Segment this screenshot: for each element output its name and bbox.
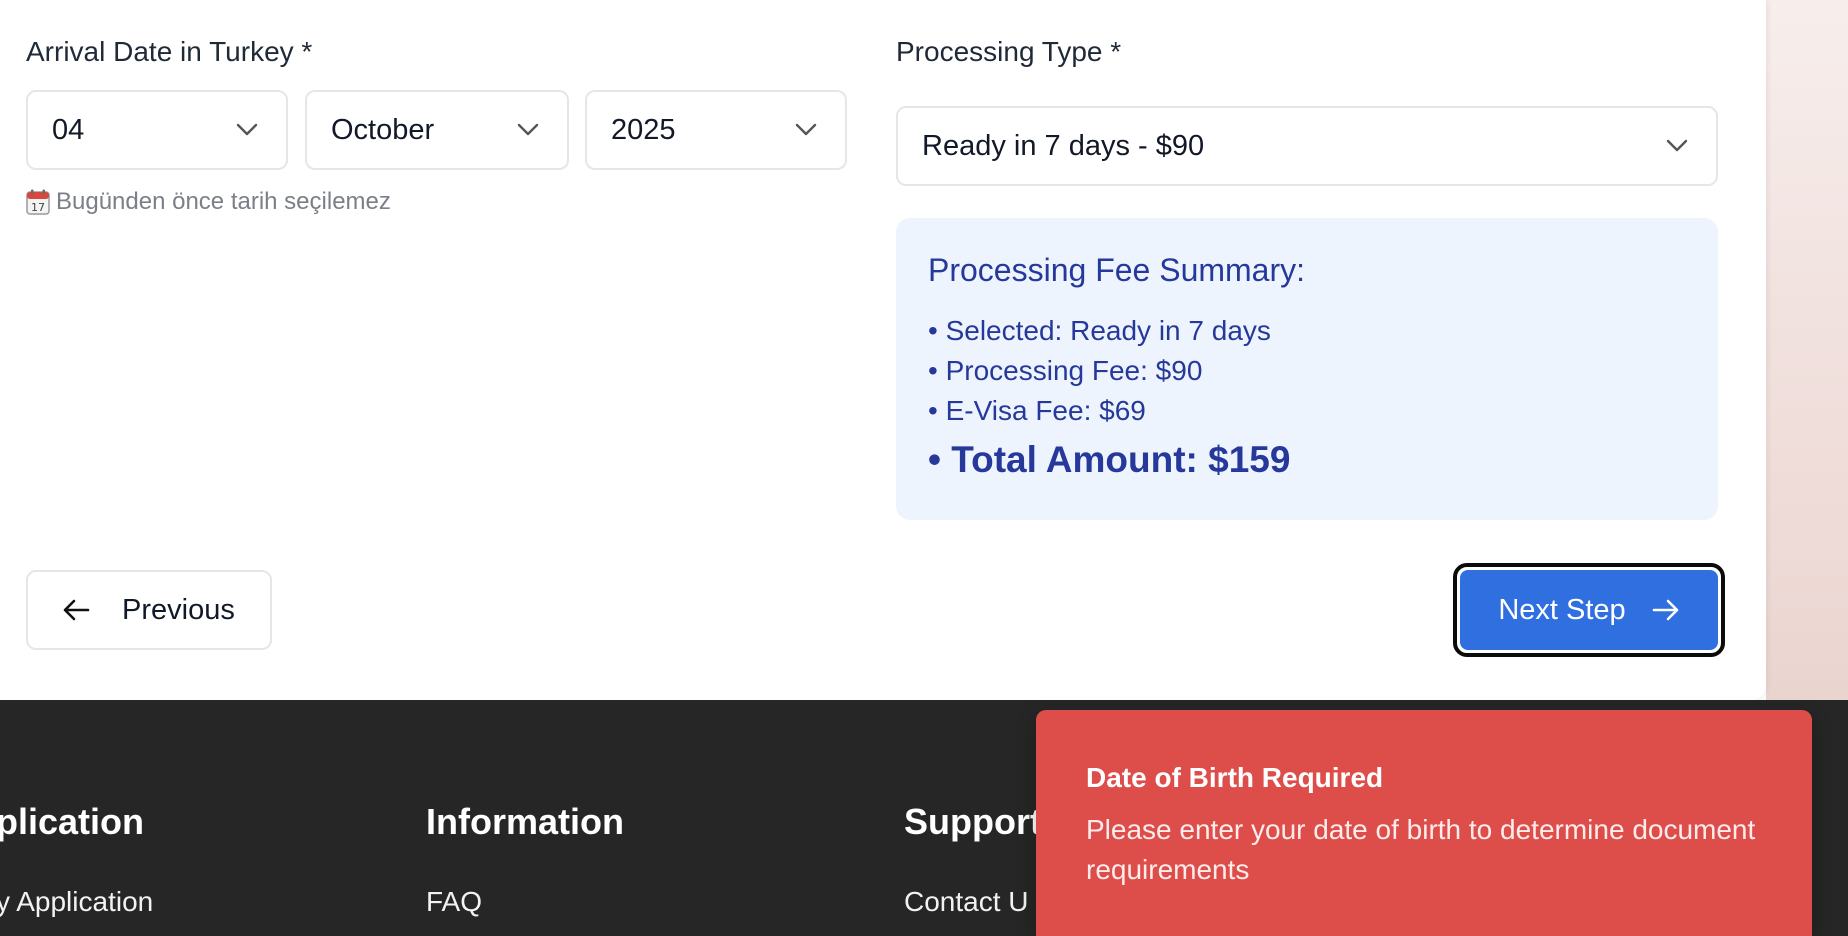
summary-total-amount: • Total Amount: $159 — [928, 439, 1291, 480]
footer-link-application[interactable]: y Application — [0, 886, 153, 918]
error-toast[interactable]: Date of Birth Required Please enter your… — [1036, 710, 1812, 936]
arrival-day-value: 04 — [52, 113, 85, 146]
svg-text:17: 17 — [31, 201, 45, 214]
date-hint-text: Bugünden önce tarih seçilemez — [56, 188, 391, 215]
chevron-down-icon — [236, 123, 258, 136]
arrival-month-select[interactable]: October — [305, 90, 569, 170]
arrival-day-select[interactable]: 04 — [26, 90, 288, 170]
arrow-left-icon — [63, 599, 90, 621]
footer-link-contact[interactable]: Contact U — [904, 886, 1029, 918]
calendar-icon: 17 — [26, 189, 50, 215]
previous-button-label: Previous — [122, 593, 235, 626]
chevron-down-icon — [795, 123, 817, 136]
chevron-down-icon — [1666, 139, 1688, 152]
summary-processing-fee: • Processing Fee: $90 — [928, 355, 1203, 386]
footer-link-faq[interactable]: FAQ — [426, 886, 482, 918]
footer-heading-application: plication — [0, 801, 145, 842]
arrow-right-icon — [1652, 599, 1678, 621]
arrival-year-select[interactable]: 2025 — [585, 90, 847, 170]
processing-type-value: Ready in 7 days - $90 — [922, 129, 1205, 162]
processing-type-label: Processing Type * — [896, 36, 1122, 67]
arrival-month-value: October — [331, 113, 435, 146]
summary-selected: • Selected: Ready in 7 days — [928, 315, 1271, 346]
next-step-button[interactable]: Next Step — [1460, 570, 1718, 650]
fee-summary-panel: Processing Fee Summary: • Selected: Read… — [896, 218, 1718, 520]
arrival-date-label: Arrival Date in Turkey * — [26, 36, 313, 67]
footer-heading-support: Support — [904, 801, 1042, 842]
next-step-button-label: Next Step — [1498, 593, 1626, 626]
footer-heading-information: Information — [426, 801, 624, 842]
toast-title: Date of Birth Required — [1086, 762, 1384, 793]
arrival-year-value: 2025 — [611, 113, 676, 146]
background-image-strip — [1766, 0, 1848, 700]
fee-summary-title: Processing Fee Summary: — [928, 252, 1306, 288]
date-hint: 17 Bugünden önce tarih seçilemez — [26, 188, 391, 216]
previous-button[interactable]: Previous — [26, 570, 272, 650]
next-step-focus-ring: Next Step — [1453, 563, 1725, 657]
chevron-down-icon — [517, 123, 539, 136]
processing-type-select[interactable]: Ready in 7 days - $90 — [896, 106, 1718, 186]
summary-evisa-fee: • E-Visa Fee: $69 — [928, 395, 1146, 426]
form-card: Arrival Date in Turkey * 04 October 2025… — [0, 0, 1766, 700]
toast-message: Please enter your date of birth to deter… — [1086, 814, 1756, 885]
